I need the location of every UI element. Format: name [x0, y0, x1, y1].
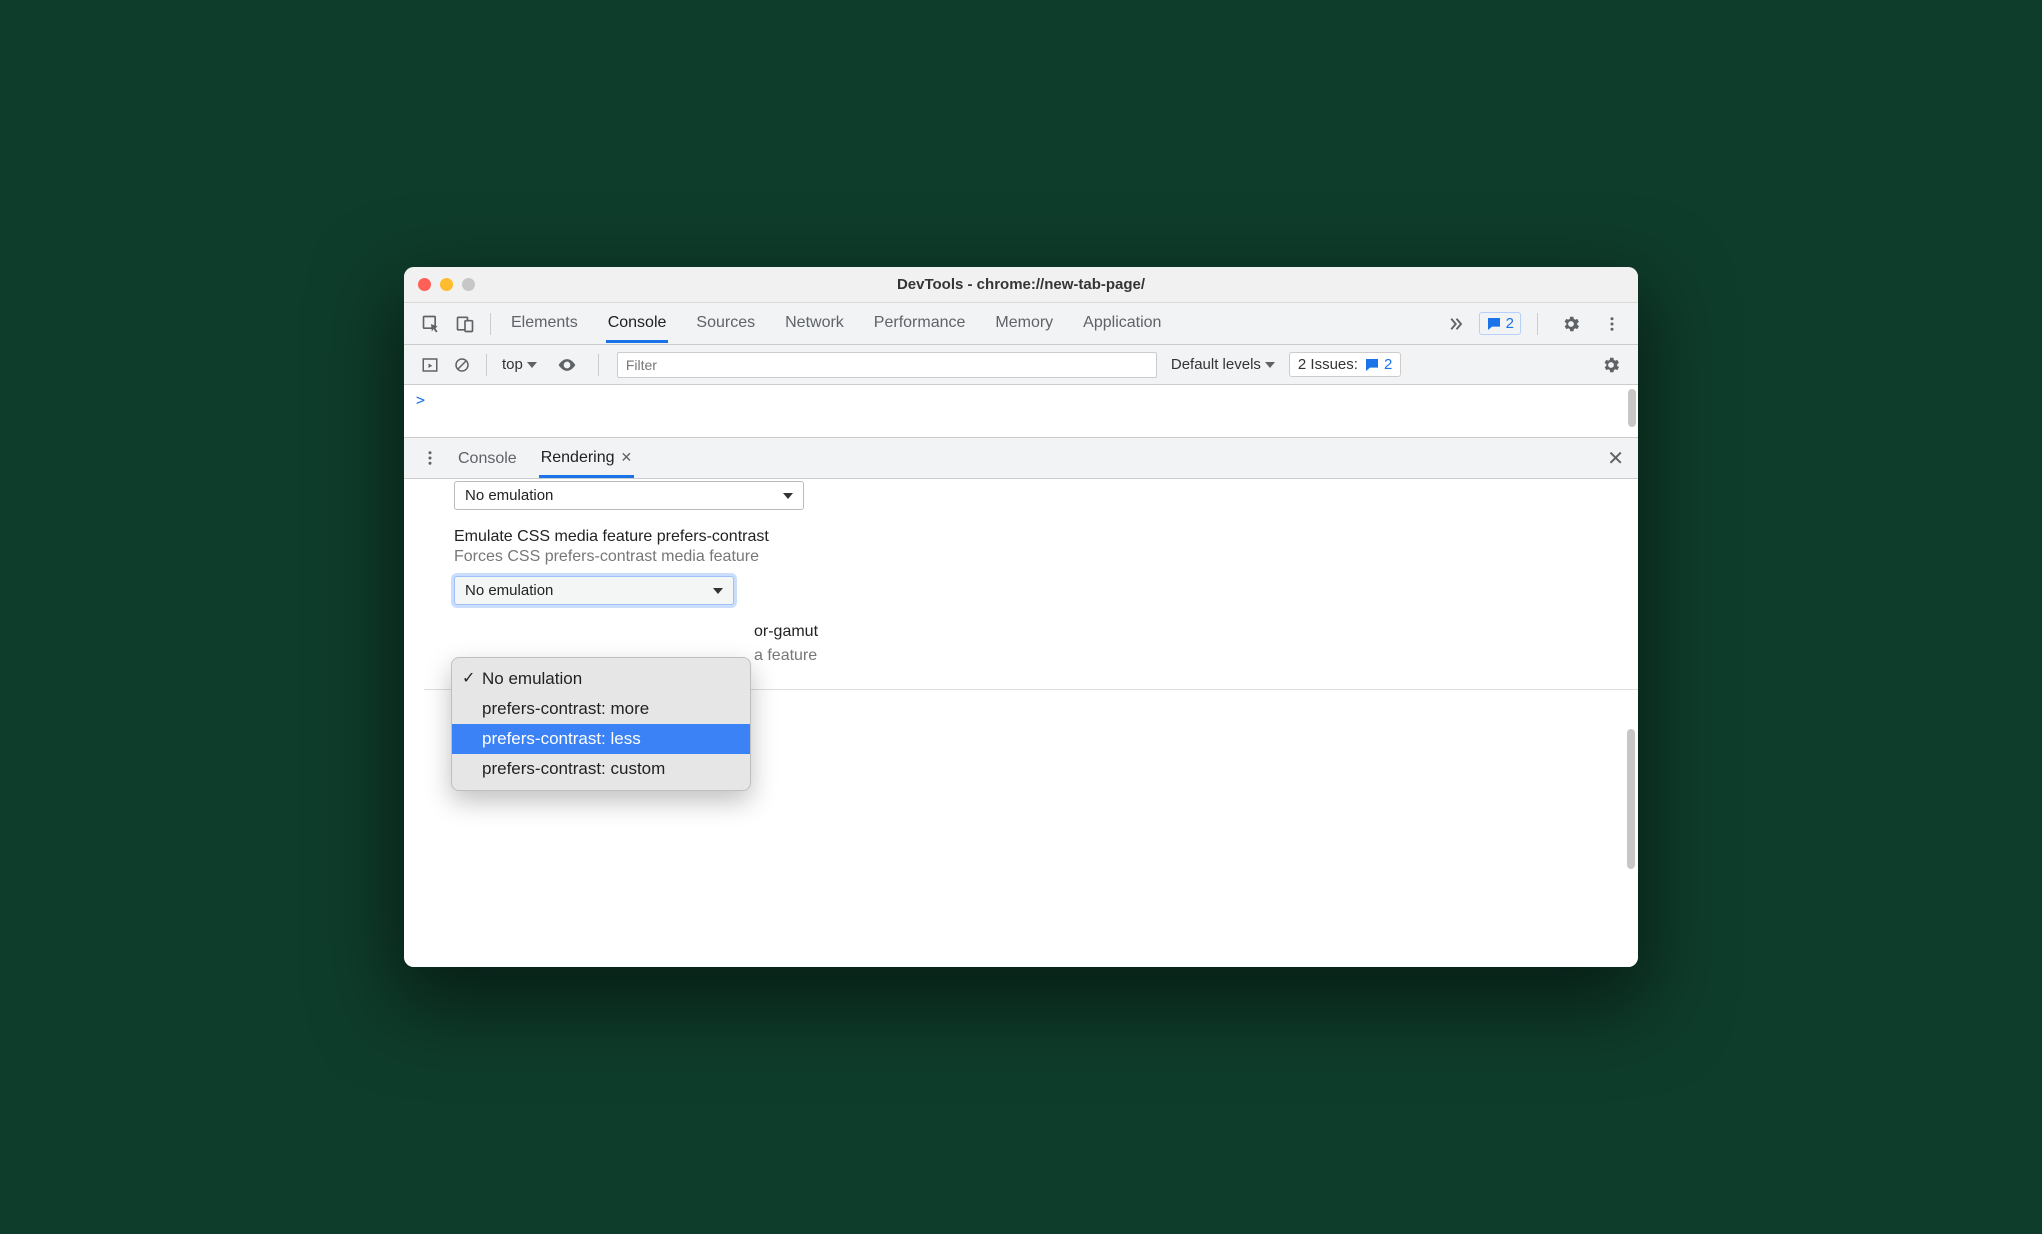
tab-network[interactable]: Network — [783, 305, 846, 343]
drawer-tab-rendering[interactable]: Rendering ✕ — [539, 439, 635, 478]
kebab-menu-icon[interactable] — [1596, 310, 1628, 338]
settings-gear-icon[interactable] — [1554, 309, 1588, 339]
separator — [486, 354, 487, 376]
log-level-picker[interactable]: Default levels — [1171, 356, 1275, 373]
prefers-contrast-dropdown: No emulation prefers-contrast: more pref… — [451, 657, 751, 791]
prefers-contrast-subheading: Forces CSS prefers-contrast media featur… — [454, 548, 1638, 566]
feedback-count: 2 — [1506, 315, 1514, 332]
close-window-button[interactable] — [418, 278, 431, 291]
close-drawer-icon[interactable]: ✕ — [1603, 448, 1628, 470]
devtools-window: DevTools - chrome://new-tab-page/ Elemen… — [404, 267, 1638, 967]
separator — [1537, 313, 1538, 335]
prefers-contrast-heading: Emulate CSS media feature prefers-contra… — [454, 528, 1638, 546]
dropdown-option-less[interactable]: prefers-contrast: less — [452, 724, 750, 754]
tab-elements[interactable]: Elements — [509, 305, 580, 343]
window-title: DevTools - chrome://new-tab-page/ — [404, 276, 1638, 293]
drawer-tab-console[interactable]: Console — [456, 439, 519, 478]
window-controls — [404, 278, 475, 291]
tab-sources[interactable]: Sources — [694, 305, 757, 343]
device-toggle-icon[interactable] — [448, 309, 482, 339]
dropdown-option-more[interactable]: prefers-contrast: more — [452, 694, 750, 724]
main-tabbar: Elements Console Sources Network Perform… — [404, 303, 1638, 345]
console-settings-gear-icon[interactable] — [1594, 350, 1628, 380]
scrollbar[interactable] — [1627, 729, 1635, 869]
filter-input[interactable] — [617, 352, 1157, 378]
zoom-window-button[interactable] — [462, 278, 475, 291]
minimize-window-button[interactable] — [440, 278, 453, 291]
separator — [598, 354, 599, 376]
tab-memory[interactable]: Memory — [993, 305, 1055, 343]
drawer-more-icon[interactable] — [414, 444, 446, 472]
context-label: top — [502, 356, 523, 373]
more-tabs-icon[interactable] — [1439, 310, 1471, 338]
console-toolbar: top Default levels 2 Issues: 2 — [404, 345, 1638, 385]
drawer-header: Console Rendering ✕ ✕ — [404, 437, 1638, 479]
console-prompt: > — [416, 391, 425, 409]
tab-performance[interactable]: Performance — [872, 305, 968, 343]
log-level-label: Default levels — [1171, 356, 1261, 373]
tab-application[interactable]: Application — [1081, 305, 1163, 343]
scrollbar[interactable] — [1628, 389, 1636, 427]
issues-count: 2 — [1384, 356, 1392, 373]
dropdown-option-no-emulation[interactable]: No emulation — [452, 664, 750, 694]
color-gamut-subheading-partial: a feature — [754, 647, 817, 665]
console-body[interactable]: > — [404, 385, 1638, 437]
context-picker[interactable]: top — [495, 353, 544, 376]
inspect-element-icon[interactable] — [414, 309, 448, 339]
rendering-panel: No emulation Emulate CSS media feature p… — [404, 479, 1638, 967]
issues-chip[interactable]: 2 Issues: 2 — [1289, 352, 1401, 377]
panel-tabs: Elements Console Sources Network Perform… — [509, 305, 1163, 343]
issues-label: 2 Issues: — [1298, 356, 1358, 373]
close-tab-icon[interactable]: ✕ — [621, 449, 633, 466]
prefers-contrast-select[interactable]: No emulation — [454, 576, 734, 605]
separator — [490, 313, 491, 335]
feedback-chip[interactable]: 2 — [1479, 312, 1521, 335]
titlebar: DevTools - chrome://new-tab-page/ — [404, 267, 1638, 303]
tab-console[interactable]: Console — [606, 305, 669, 343]
live-expression-icon[interactable] — [550, 350, 584, 380]
prefers-scheme-select[interactable]: No emulation — [454, 481, 804, 510]
color-gamut-heading-partial: or-gamut — [754, 623, 818, 641]
clear-console-icon[interactable] — [446, 351, 478, 379]
show-sidebar-icon[interactable] — [414, 351, 446, 379]
dropdown-option-custom[interactable]: prefers-contrast: custom — [452, 754, 750, 784]
